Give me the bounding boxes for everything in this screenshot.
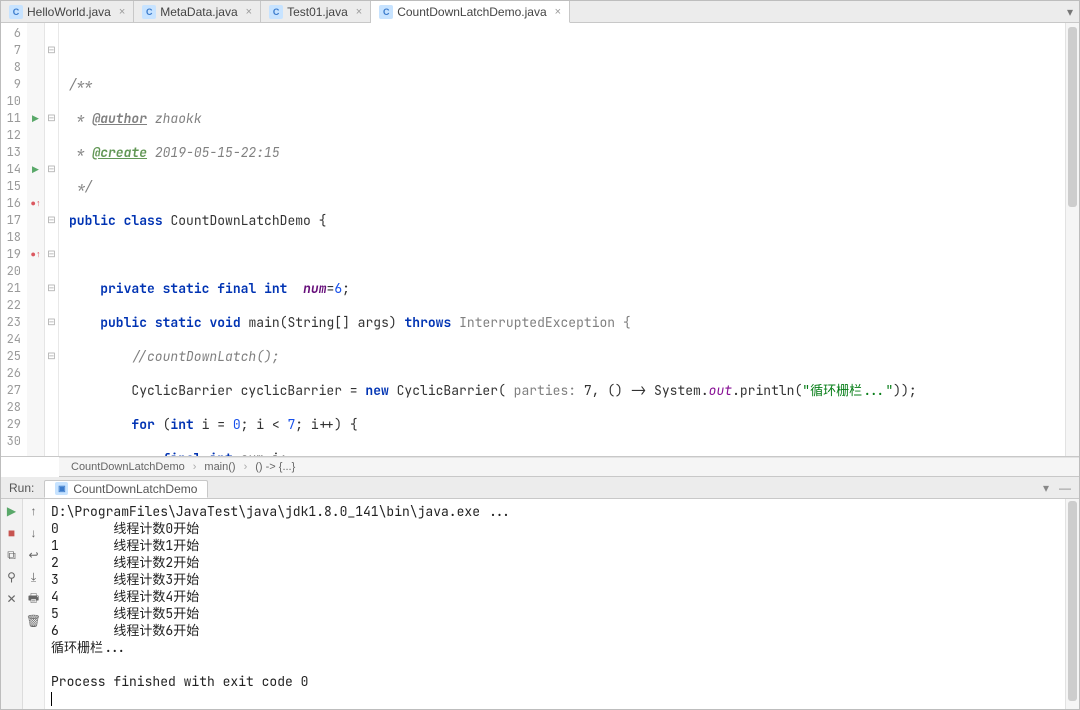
- run-console-area: ▶ ■ ⧉ ⚲ ✕ ↑ ↓ ↩ ⤓ 🖶 🗑 D:\ProgramFiles\Ja…: [1, 499, 1079, 709]
- up-arrow-icon[interactable]: ↑: [26, 503, 42, 519]
- clear-icon[interactable]: 🗑: [26, 613, 42, 629]
- tab-label: MetaData.java: [160, 5, 237, 19]
- layout-icon[interactable]: ⧉: [4, 547, 20, 563]
- java-class-icon: C: [269, 5, 283, 19]
- chevron-right-icon: ›: [193, 461, 197, 473]
- run-toolbar-left: ▶ ■ ⧉ ⚲ ✕: [1, 499, 23, 709]
- console-vertical-scrollbar[interactable]: [1065, 499, 1079, 709]
- java-class-icon: C: [379, 5, 393, 19]
- console-output[interactable]: D:\ProgramFiles\JavaTest\java\jdk1.8.0_1…: [45, 499, 1065, 709]
- breadcrumb-class[interactable]: CountDownLatchDemo: [71, 461, 185, 473]
- marker-gutter[interactable]: ▶▶●↑●↑: [27, 23, 45, 456]
- breadcrumb[interactable]: CountDownLatchDemo › main() › () -> {...…: [59, 457, 1079, 477]
- run-toolwindow-header: Run: ▣ CountDownLatchDemo ▾ —: [1, 477, 1079, 499]
- scrollbar-thumb[interactable]: [1068, 27, 1077, 207]
- breadcrumb-lambda[interactable]: () -> {...}: [255, 461, 295, 473]
- soft-wrap-icon[interactable]: ↩: [26, 547, 42, 563]
- print-icon[interactable]: 🖶: [26, 591, 42, 607]
- editor-area: 6789101112131415161718192021222324252627…: [1, 23, 1079, 457]
- breadcrumb-method[interactable]: main(): [204, 461, 235, 473]
- scrollbar-thumb[interactable]: [1068, 501, 1077, 701]
- tab-test01[interactable]: C Test01.java ×: [261, 1, 371, 22]
- fold-gutter[interactable]: ⊟⊟⊟⊟⊟⊟⊟⊟: [45, 23, 59, 456]
- line-number-gutter: 6789101112131415161718192021222324252627…: [1, 23, 27, 456]
- editor-tabstrip: C HelloWorld.java × C MetaData.java × C …: [1, 1, 1079, 23]
- javadoc-open: /**: [69, 76, 92, 93]
- code-editor[interactable]: /** * @author zhaokk * @create 2019-05-1…: [59, 23, 1065, 456]
- hide-panel-icon[interactable]: —: [1059, 481, 1071, 495]
- java-class-icon: C: [9, 5, 23, 19]
- close-icon[interactable]: ×: [356, 6, 362, 18]
- java-class-icon: C: [142, 5, 156, 19]
- down-arrow-icon[interactable]: ↓: [26, 525, 42, 541]
- stop-icon[interactable]: ■: [4, 525, 20, 541]
- run-config-tab[interactable]: ▣ CountDownLatchDemo: [44, 480, 208, 498]
- run-label: Run:: [9, 481, 34, 495]
- pin-icon[interactable]: ⚲: [4, 569, 20, 585]
- tab-metadata[interactable]: C MetaData.java ×: [134, 1, 261, 22]
- tabs-dropdown-icon[interactable]: ▾: [1061, 1, 1079, 22]
- run-settings-icon[interactable]: ▾: [1043, 481, 1049, 495]
- ide-window: C HelloWorld.java × C MetaData.java × C …: [0, 0, 1080, 710]
- tab-countdownlatchdemo[interactable]: C CountDownLatchDemo.java ×: [371, 1, 570, 23]
- editor-vertical-scrollbar[interactable]: [1065, 23, 1079, 456]
- rerun-icon[interactable]: ▶: [4, 503, 20, 519]
- console-toolbar: ↑ ↓ ↩ ⤓ 🖶 🗑: [23, 499, 45, 709]
- close-icon[interactable]: ×: [246, 6, 252, 18]
- scroll-to-end-icon[interactable]: ⤓: [26, 569, 42, 585]
- tab-label: Test01.java: [287, 5, 348, 19]
- tab-label: HelloWorld.java: [27, 5, 111, 19]
- close-icon[interactable]: ×: [555, 6, 561, 18]
- application-icon: ▣: [55, 482, 68, 495]
- tab-helloworld[interactable]: C HelloWorld.java ×: [1, 1, 134, 22]
- run-config-name: CountDownLatchDemo: [73, 482, 197, 496]
- close-icon[interactable]: ✕: [4, 591, 20, 607]
- chevron-right-icon: ›: [244, 461, 248, 473]
- close-icon[interactable]: ×: [119, 6, 125, 18]
- tab-label: CountDownLatchDemo.java: [397, 5, 546, 19]
